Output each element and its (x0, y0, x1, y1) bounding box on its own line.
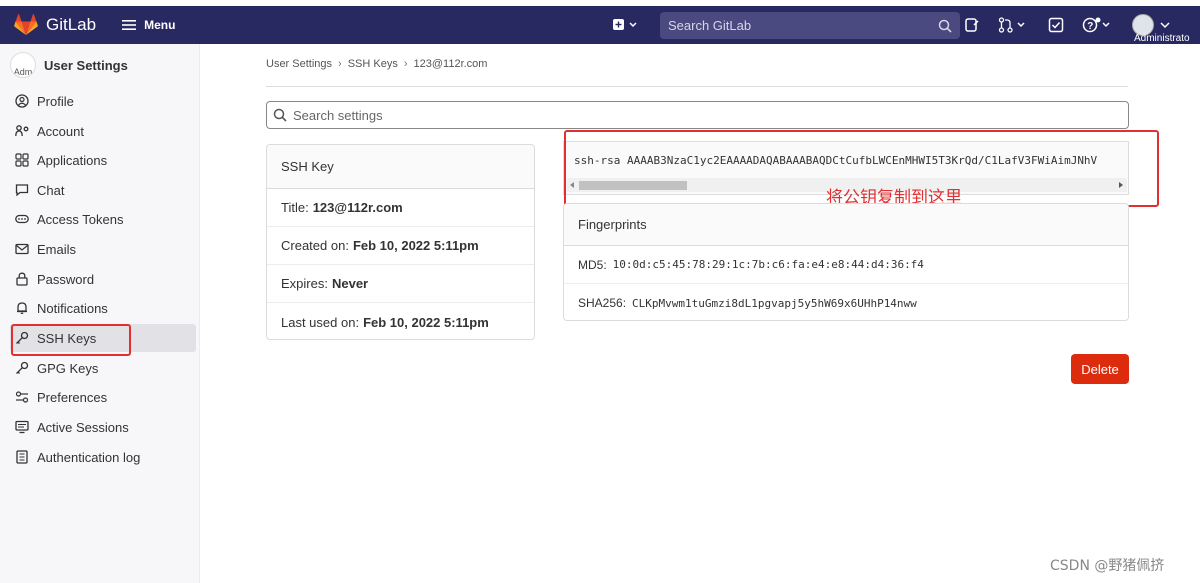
breadcrumb-item-current[interactable]: 123@112r.com (414, 58, 488, 70)
sidebar-item-profile[interactable]: Profile (10, 87, 196, 115)
avatar: Adm (10, 52, 36, 78)
expires-row: Expires: Never (267, 265, 534, 303)
sha256-row: SHA256: CLKpMvwm1tuGmzi8dL1pgvapj5y5hW69… (564, 284, 1128, 320)
key-title-value: 123@112r.com (312, 200, 403, 215)
gitlab-logo-icon (14, 14, 38, 35)
issues-button[interactable] (964, 17, 980, 36)
sidebar-item-authentication-log[interactable]: Authentication log (10, 443, 196, 471)
field-label: Expires: (281, 276, 328, 291)
field-label: Last used on: (281, 314, 360, 330)
sidebar-item-label: GPG Keys (37, 360, 99, 376)
last-used-row: Last used on: Feb 10, 2022 5:11pm (267, 303, 534, 339)
sidebar-item-password[interactable]: Password (10, 265, 196, 293)
admin-label: Administrato (1134, 33, 1190, 44)
field-label: Title: (281, 200, 309, 215)
last-used-value: Feb 10, 2022 5:11pm (363, 314, 489, 330)
sidebar-item-label: Authentication log (37, 449, 141, 465)
sidebar-item-access-tokens[interactable]: Access Tokens (10, 205, 196, 233)
menu-button[interactable]: Menu (122, 18, 175, 32)
sidebar-header[interactable]: Adm User Settings (10, 52, 128, 78)
field-label: MD5: (578, 257, 607, 272)
fingerprints-card: Fingerprints MD5: 10:0d:c5:45:78:29:1c:7… (563, 203, 1129, 321)
key-icon (16, 361, 29, 374)
settings-sidebar: Adm User Settings Profile Account Applic… (0, 44, 200, 583)
plus-square-icon (613, 19, 637, 30)
sidebar-item-label: Chat (37, 182, 65, 198)
watermark: CSDN @野猪佩挤 (1050, 558, 1165, 574)
key-title-row: Title: 123@112r.com (267, 189, 534, 227)
search-placeholder: Search GitLab (668, 18, 752, 33)
sidebar-item-applications[interactable]: Applications (10, 146, 196, 174)
highlight-box-ssh-keys (11, 324, 131, 356)
sidebar-item-label: Preferences (37, 389, 108, 405)
merge-request-icon (998, 17, 1025, 33)
sidebar-item-label: Active Sessions (37, 419, 129, 435)
search-icon (938, 19, 952, 33)
sidebar-title: User Settings (44, 57, 128, 73)
highlight-box-key (564, 130, 1159, 207)
log-icon (16, 450, 28, 464)
sidebar-item-label: Emails (37, 241, 77, 257)
token-icon (15, 214, 29, 224)
help-icon: ? (1082, 17, 1110, 33)
top-navbar: GitLab Menu Search GitLab ? Administrato (0, 6, 1200, 44)
chevron-down-icon (1160, 22, 1170, 29)
breadcrumb-item[interactable]: User Settings (266, 58, 332, 70)
monitor-icon (15, 420, 29, 434)
sha256-value: CLKpMvwm1tuGmzi8dL1pgvapj5y5hW69x6UHhP14… (632, 296, 917, 310)
sidebar-item-chat[interactable]: Chat (10, 176, 196, 204)
mail-icon (15, 243, 29, 255)
chat-icon (15, 184, 29, 197)
search-icon (273, 108, 287, 122)
sidebar-item-notifications[interactable]: Notifications (10, 294, 196, 322)
md5-value: 10:0d:c5:45:78:29:1c:7b:c6:fa:e4:e8:44:d… (612, 258, 924, 271)
sidebar-item-label: Access Tokens (37, 211, 124, 227)
gitlab-logo[interactable]: GitLab (14, 14, 96, 36)
card-header: SSH Key (267, 145, 534, 189)
account-icon (15, 125, 29, 137)
hamburger-icon (122, 20, 137, 30)
breadcrumb-separator-icon: › (338, 58, 342, 70)
field-label: SHA256: (578, 296, 627, 310)
sidebar-item-account[interactable]: Account (10, 117, 196, 145)
created-on-row: Created on: Feb 10, 2022 5:11pm (267, 227, 534, 265)
applications-icon (15, 153, 29, 167)
sidebar-item-preferences[interactable]: Preferences (10, 383, 196, 411)
field-label: Created on: (281, 238, 349, 253)
sidebar-item-label: Account (37, 123, 84, 139)
sidebar-item-label: Profile (37, 93, 74, 109)
md5-row: MD5: 10:0d:c5:45:78:29:1c:7b:c6:fa:e4:e8… (564, 246, 1128, 284)
todos-button[interactable] (1048, 17, 1064, 36)
brand-name: GitLab (46, 15, 97, 34)
issues-icon (965, 18, 979, 32)
new-dropdown-button[interactable] (612, 17, 638, 36)
delete-button[interactable]: Delete (1071, 354, 1129, 384)
sidebar-item-label: Applications (37, 152, 108, 168)
search-input[interactable]: Search GitLab (660, 12, 960, 39)
sidebar-item-emails[interactable]: Emails (10, 235, 196, 263)
bell-icon (17, 302, 27, 314)
breadcrumb-item[interactable]: SSH Keys (348, 58, 398, 70)
created-on-value: Feb 10, 2022 5:11pm (352, 238, 479, 253)
todo-icon (1048, 17, 1064, 33)
svg-text:?: ? (1087, 21, 1093, 32)
ssh-key-card: SSH Key Title: 123@112r.com Created on: Fe… (266, 144, 535, 340)
sidebar-item-label: Notifications (37, 300, 108, 316)
settings-search-input[interactable]: Search settings (266, 101, 1129, 129)
merge-requests-button[interactable] (998, 17, 1028, 36)
sidebar-item-active-sessions[interactable]: Active Sessions (10, 413, 196, 441)
breadcrumb: User Settings › SSH Keys › 123@112r.com (266, 58, 487, 70)
sidebar-item-gpg-keys[interactable]: GPG Keys (10, 354, 196, 382)
settings-search-placeholder: Search settings (293, 107, 383, 123)
breadcrumb-separator-icon: › (403, 58, 408, 70)
help-button[interactable]: ? (1082, 17, 1116, 36)
lock-icon (16, 272, 28, 286)
preferences-icon (15, 391, 29, 403)
expires-value: Never (331, 276, 369, 291)
divider (266, 86, 1128, 87)
menu-label: Menu (144, 18, 176, 32)
profile-icon (15, 94, 29, 108)
sidebar-item-label: Password (37, 271, 95, 287)
fingerprints-header: Fingerprints (564, 204, 1128, 246)
